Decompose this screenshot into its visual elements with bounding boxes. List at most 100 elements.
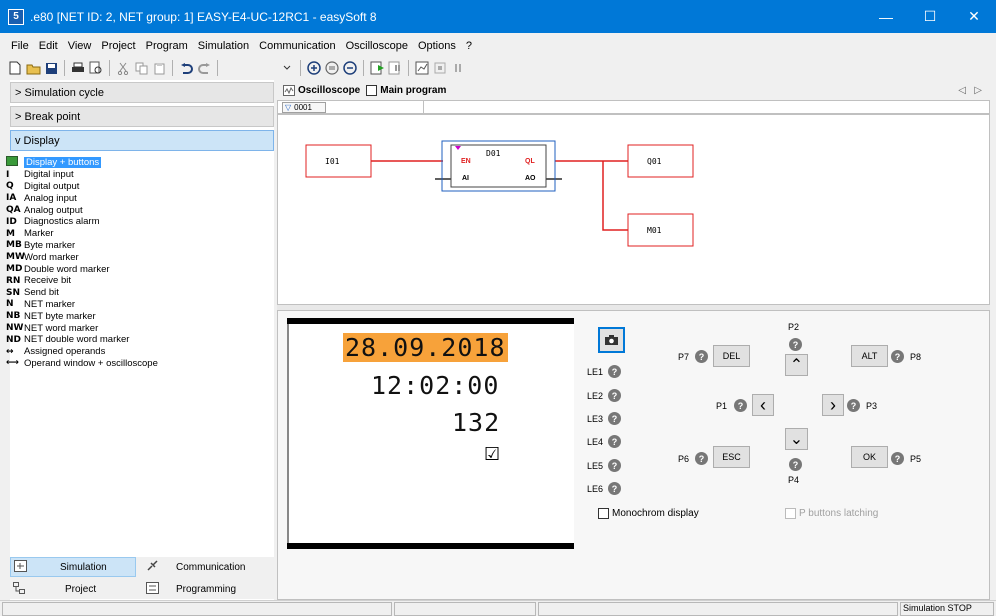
menu-project[interactable]: Project [96,40,140,52]
zoom-out-icon[interactable] [341,59,359,77]
zoom-reset-icon[interactable] [323,59,341,77]
zoom-in-icon[interactable] [305,59,323,77]
tree-item-display-buttons[interactable]: Display + buttons [6,156,261,169]
menu-communication[interactable]: Communication [254,40,340,52]
menu-program[interactable]: Program [141,40,193,52]
sim-pause-icon[interactable] [449,59,467,77]
tree-item-analog-input[interactable]: IA Analog input [6,192,261,204]
left-button[interactable]: ‹ [752,394,774,416]
program-canvas[interactable]: I01 D01 EN QL AI AO Q01 M01 [277,114,990,305]
latching-checkbox [785,508,796,519]
print-icon[interactable] [69,59,87,77]
section-display[interactable]: v Display [10,130,274,151]
nav-project-label: Project [65,583,97,595]
section-break-point[interactable]: > Break point [10,106,274,127]
section-simulation-cycle[interactable]: > Simulation cycle [10,82,274,103]
sim-step-icon[interactable] [386,59,404,77]
new-icon[interactable] [6,59,24,77]
programming-icon [146,581,166,597]
monochrom-display-option[interactable]: Monochrom display [598,508,699,519]
tree-item-marker[interactable]: M Marker [6,228,261,240]
ql-pin-label: QL [525,158,535,165]
nav-programming[interactable]: Programming [146,579,274,599]
dropdown-icon[interactable] [278,59,296,77]
ao-pin-label: AO [525,175,536,182]
main-program-checkbox[interactable] [366,84,378,96]
nav-simulation[interactable]: Simulation [10,557,136,577]
le2-status-icon: ? [608,389,621,402]
copy-icon[interactable] [132,59,150,77]
esc-button[interactable]: ESC [713,446,750,468]
menu-help[interactable]: ? [461,40,477,52]
camera-button[interactable] [598,327,625,353]
tree-item-digital-output[interactable]: Q Digital output [6,181,261,193]
p1-status-icon: ? [734,399,747,412]
p7-status-icon: ? [695,350,708,363]
oscilloscope-label[interactable]: Oscilloscope [298,85,360,96]
tree-item-receive-bit[interactable]: RN Receive bit [6,275,261,287]
paste-icon[interactable] [150,59,168,77]
p-buttons-latching-option: P buttons latching [785,508,878,519]
project-icon [13,581,33,597]
alt-button[interactable]: ALT [851,345,888,367]
menu-oscilloscope[interactable]: Oscilloscope [341,40,413,52]
communication-icon [146,559,166,575]
status-segment [2,602,392,616]
block-d01-label: D01 [486,149,501,158]
tree-item-label: Display + buttons [24,157,102,169]
tree-item-digital-input[interactable]: I Digital input [6,169,261,181]
tree-item-net-marker[interactable]: N NET marker [6,299,261,311]
minimize-button[interactable]: — [864,0,908,33]
tree-item-net-word-marker[interactable]: NW NET word marker [6,322,261,334]
simulation-status: Simulation STOP [900,602,994,616]
ai-pin-label: AI [462,175,469,182]
up-button[interactable]: ⌃ [785,354,808,376]
right-button[interactable]: › [822,394,844,416]
tree-item-send-bit[interactable]: SN Send bit [6,287,261,299]
menu-file[interactable]: File [6,40,34,52]
menu-edit[interactable]: Edit [34,40,63,52]
tree-item-label: Digital input [24,169,74,181]
le4-label: LE4 [587,437,604,447]
nav-communication[interactable]: Communication [146,557,274,577]
undo-icon[interactable] [177,59,195,77]
down-button[interactable]: ⌄ [785,428,808,450]
save-icon[interactable] [42,59,60,77]
tree-item-net-byte-marker[interactable]: NB NET byte marker [6,310,261,322]
nav-communication-label: Communication [176,561,246,573]
scroll-right-icon[interactable]: ▷ [974,85,982,96]
tree-item-word-marker[interactable]: MW Word marker [6,251,261,263]
tree-item-assigned-operands[interactable]: ↔ Assigned operands [6,346,261,358]
menu-options[interactable]: Options [413,40,461,52]
del-button[interactable]: DEL [713,345,750,367]
tree-item-net-double-word-marker[interactable]: ND NET double word marker [6,334,261,346]
menu-view[interactable]: View [63,40,97,52]
monochrom-checkbox[interactable] [598,508,609,519]
print-preview-icon[interactable] [87,59,105,77]
sim-stop-icon[interactable] [431,59,449,77]
tree-item-label: NET double word marker [24,334,130,346]
sim-start-icon[interactable] [368,59,386,77]
tree-item-operand-window[interactable]: ⟷ Operand window + oscilloscope [6,358,261,370]
redo-icon[interactable] [195,59,213,77]
tree-item-analog-output[interactable]: QA Analog output [6,204,261,216]
scroll-left-icon[interactable]: ◁ [958,85,966,96]
le3-label: LE3 [587,414,604,424]
close-button[interactable]: ✕ [952,0,996,33]
tree-item-byte-marker[interactable]: MB Byte marker [6,240,261,252]
sim-chart-icon[interactable] [413,59,431,77]
p2-label: P2 [788,322,800,332]
nav-project[interactable]: Project [10,579,136,599]
open-icon[interactable] [24,59,42,77]
tree-item-double-word-marker[interactable]: MD Double word marker [6,263,261,275]
net-word-marker-icon: NW [6,323,24,334]
cut-icon[interactable] [114,59,132,77]
maximize-button[interactable]: ☐ [908,0,952,33]
tree-item-label: Receive bit [24,275,71,287]
menu-simulation[interactable]: Simulation [193,40,254,52]
tab-0001[interactable]: ▽ 0001 [282,102,326,113]
p5-status-icon: ? [891,452,904,465]
tree-item-diagnostics-alarm[interactable]: ID Diagnostics alarm [6,216,261,228]
view-switcher: Simulation Communication Project Program… [10,557,274,599]
ok-button[interactable]: OK [851,446,888,468]
